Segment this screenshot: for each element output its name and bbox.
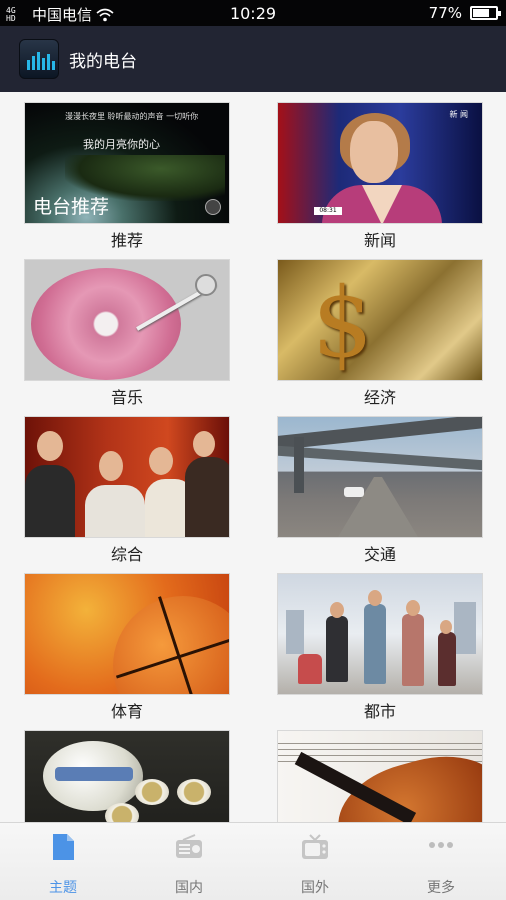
category-economy[interactable]: $ 经济 [277, 259, 483, 415]
category-tea[interactable] [24, 730, 230, 822]
thumbnail-music[interactable] [24, 259, 230, 381]
category-label: 音乐 [110, 388, 143, 407]
tab-label: 国内 [175, 880, 203, 896]
category-sports[interactable]: 体育 [24, 573, 230, 729]
category-music[interactable]: 音乐 [24, 259, 230, 415]
battery-icon [470, 6, 501, 20]
radio-icon [176, 834, 202, 858]
battery-percent: 77% [428, 4, 462, 22]
category-classical[interactable] [277, 730, 483, 822]
thumb-ticker: 08:31 [314, 207, 342, 215]
tab-label: 更多 [427, 880, 455, 896]
thumb-subtitle: 我的月亮你的心 [83, 138, 160, 151]
category-general[interactable]: 综合 [24, 416, 230, 572]
tab-foreign[interactable]: 国外 [252, 823, 378, 900]
thumbnail-news[interactable]: 新 闻 08:31 [277, 102, 483, 224]
category-grid: 漫漫长夜里 聆听最动的声音 一切听你 我的月亮你的心 电台推荐 推荐 新 闻 0… [0, 92, 506, 822]
tv-icon [302, 834, 328, 859]
category-label: 都市 [363, 702, 396, 721]
radio-equalizer-icon[interactable] [19, 39, 59, 79]
category-label: 推荐 [110, 231, 143, 250]
app-title: 我的电台 [69, 51, 137, 72]
thumb-tag: 新 闻 [449, 110, 468, 119]
thumb-title: 电台推荐 [33, 196, 110, 218]
thumbnail-economy[interactable]: $ [277, 259, 483, 381]
category-label: 经济 [363, 388, 396, 407]
thumbnail-tea[interactable] [24, 730, 230, 822]
tab-domestic[interactable]: 国内 [126, 823, 252, 900]
status-bar: 4G HD 中国电信 10:29 77% [0, 0, 506, 26]
app-bar: 我的电台 [0, 26, 506, 92]
category-news[interactable]: 新 闻 08:31 新闻 [277, 102, 483, 258]
thumbnail-sports[interactable] [24, 573, 230, 695]
battery-fill [473, 9, 490, 17]
thumbnail-city[interactable] [277, 573, 483, 695]
thumbnail-classical[interactable] [277, 730, 483, 822]
status-right: 77% [428, 4, 501, 22]
thumbnail-general[interactable] [24, 416, 230, 538]
tab-label: 国外 [301, 880, 329, 896]
tab-label: 主题 [49, 880, 77, 896]
category-label: 新闻 [363, 231, 396, 250]
tab-theme[interactable]: 主题 [0, 823, 126, 900]
bottom-tab-bar: 主题 国内 国外 更多 [0, 822, 506, 900]
dollar-icon: $ [312, 267, 374, 379]
category-label: 交通 [363, 545, 396, 564]
category-label: 体育 [110, 702, 143, 721]
document-icon [53, 834, 74, 860]
thumbnail-traffic[interactable] [277, 416, 483, 538]
category-traffic[interactable]: 交通 [277, 416, 483, 572]
category-city[interactable]: 都市 [277, 573, 483, 729]
tab-more[interactable]: 更多 [378, 823, 504, 900]
thumbnail-recommend[interactable]: 漫漫长夜里 聆听最动的声音 一切听你 我的月亮你的心 电台推荐 [24, 102, 230, 224]
more-dots-icon [429, 842, 453, 848]
thumb-caption: 漫漫长夜里 聆听最动的声音 一切听你 [65, 112, 199, 121]
badge-icon [205, 199, 221, 215]
category-label: 综合 [110, 545, 143, 564]
category-recommend[interactable]: 漫漫长夜里 聆听最动的声音 一切听你 我的月亮你的心 电台推荐 推荐 [24, 102, 230, 258]
